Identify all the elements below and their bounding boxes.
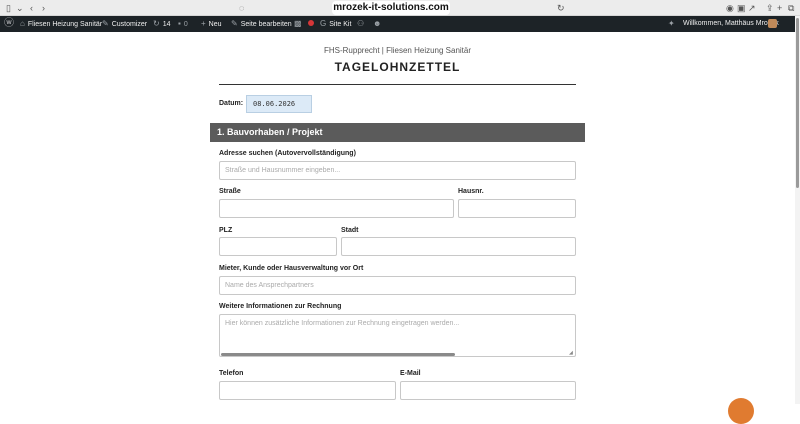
privacy-icon: ◌ [239, 3, 245, 13]
reload-icon[interactable]: ↻ [557, 2, 565, 14]
street-label: Straße [219, 188, 241, 195]
contact-label: Mieter, Kunde oder Hausverwaltung vor Or… [219, 265, 364, 272]
wp-admin-bar: ⓦ ⌂ Fliesen Heizung Sanitär ✎ Customizer ↻… [0, 16, 795, 32]
address-bar[interactable]: mrozek-it-solutions.com [332, 1, 450, 15]
site-name-link[interactable]: ⌂ Fliesen Heizung Sanitär [20, 16, 102, 32]
phone-input[interactable] [219, 381, 396, 400]
ai-assistant-icon[interactable]: ✦ [668, 16, 678, 32]
zip-label: PLZ [219, 227, 233, 234]
info-label: Weitere Informationen zur Rechnung [219, 303, 342, 310]
back-icon[interactable]: ‹ [30, 2, 33, 14]
plugin-icon[interactable]: ⚇ [357, 16, 367, 32]
updates-icon: ↻ [153, 19, 160, 28]
email-label: E-Mail [400, 370, 421, 377]
plugin-icon-2[interactable]: ☻ [373, 16, 384, 32]
house-number-input[interactable] [458, 199, 576, 218]
updates-link[interactable]: ↻ 14 [153, 16, 171, 32]
plus-icon: + [201, 19, 206, 28]
extension-icon-2[interactable]: ▣ [737, 2, 746, 14]
resize-handle-icon[interactable]: ◢ [569, 350, 573, 356]
new-tab-icon[interactable]: + [777, 2, 782, 14]
home-icon: ⌂ [20, 19, 25, 28]
status-dot-icon[interactable] [308, 16, 314, 32]
site-kit-link[interactable]: G Site Kit [320, 16, 351, 32]
extension-icon-3[interactable]: ↗ [748, 2, 756, 14]
share-icon[interactable]: ⇪ [766, 2, 774, 14]
street-input[interactable] [219, 199, 454, 218]
date-label: Datum: [219, 100, 244, 107]
house-number-label: Hausnr. [458, 188, 484, 195]
phone-label: Telefon [219, 370, 244, 377]
floating-action-button[interactable] [728, 398, 754, 424]
account-link[interactable]: Willkommen, Matthäus Mrozek [683, 16, 779, 32]
email-input[interactable] [400, 381, 576, 400]
section-header-project: 1. Bauvorhaben / Projekt [210, 123, 585, 142]
page-scrollbar-thumb[interactable] [796, 18, 799, 188]
tabs-overview-icon[interactable]: ⧉ [788, 2, 794, 14]
google-icon: G [320, 19, 327, 28]
chevron-down-icon[interactable]: ⌄ [16, 2, 24, 14]
new-content-link[interactable]: + Neu [201, 16, 222, 32]
sidebar-toggle-icon[interactable]: ▯ [6, 2, 11, 14]
forward-icon[interactable]: › [42, 2, 45, 14]
extension-icon[interactable]: ◉ [726, 2, 734, 14]
avatar[interactable] [768, 19, 777, 28]
edit-page-link[interactable]: ✎ Seite bearbeiten [231, 16, 292, 32]
comment-icon: ▪ [178, 19, 181, 28]
page-title: TAGELOHNZETTEL [334, 60, 461, 74]
browser-toolbar: ▯ ⌄ ‹ › ◌ mrozek-it-solutions.com ↻ ◉ ▣ … [0, 0, 800, 16]
brush-icon: ✎ [102, 19, 109, 28]
customizer-link[interactable]: ✎ Customizer [102, 16, 147, 32]
zip-input[interactable] [219, 237, 337, 256]
comments-link[interactable]: ▪ 0 [178, 16, 188, 32]
address-search-input[interactable]: Straße und Hausnummer eingeben... [219, 161, 576, 180]
title-divider [219, 84, 576, 85]
wordpress-logo-icon[interactable]: ⓦ [4, 16, 17, 32]
address-search-label: Adresse suchen (Autovervollständigung) [219, 150, 356, 157]
company-name: FHS-Rupprecht | Fliesen Heizung Sanitär [323, 46, 472, 55]
city-label: Stadt [341, 227, 359, 234]
pencil-icon: ✎ [231, 19, 238, 28]
info-textarea[interactable]: Hier können zusätzliche Informationen zu… [219, 314, 576, 357]
contact-input[interactable]: Name des Ansprechpartners [219, 276, 576, 295]
textarea-scrollbar[interactable] [221, 353, 455, 356]
seo-icon[interactable]: ▩ [294, 16, 305, 32]
date-field[interactable]: 08.06.2026 [246, 95, 312, 113]
city-input[interactable] [341, 237, 576, 256]
